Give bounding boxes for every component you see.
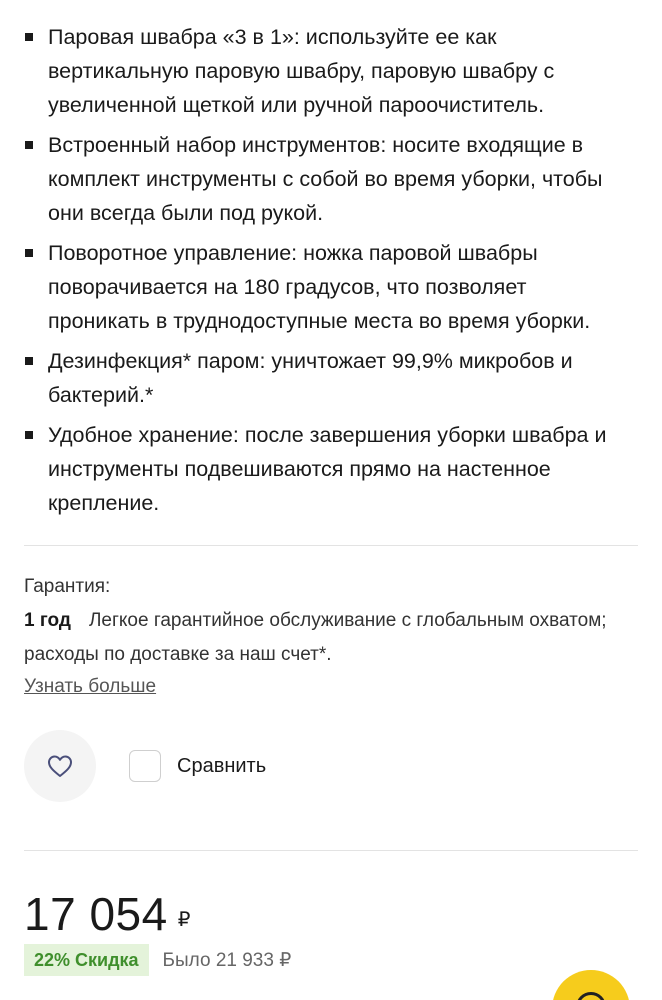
warranty-label: Гарантия: — [24, 576, 111, 597]
feature-item: Встроенный набор инструментов: носите вх… — [24, 128, 638, 230]
compare-label[interactable]: Сравнить — [177, 755, 266, 778]
bullet-icon — [25, 357, 33, 365]
feature-text: Паровая швабра «3 в 1»: используйте ее к… — [48, 25, 555, 117]
favorite-button[interactable] — [24, 730, 96, 802]
feature-text: Дезинфекция* паром: уничтожает 99,9% мик… — [48, 349, 573, 407]
warranty-section: Гарантия: 1 год Легкое гарантийное обслуж… — [24, 574, 638, 702]
warranty-term: 1 год — [24, 610, 71, 631]
feature-item: Дезинфекция* паром: уничтожает 99,9% мик… — [24, 344, 638, 412]
chat-icon — [576, 992, 606, 1000]
bullet-icon — [25, 249, 33, 257]
feature-list: Паровая швабра «3 в 1»: используйте ее к… — [24, 0, 638, 520]
current-price: 17 054 — [24, 888, 168, 940]
feature-item: Паровая швабра «3 в 1»: используйте ее к… — [24, 20, 638, 122]
bullet-icon — [25, 141, 33, 149]
section-divider — [24, 545, 638, 546]
section-divider — [24, 850, 638, 851]
chat-fab-button[interactable] — [552, 970, 630, 1000]
currency-symbol: ₽ — [177, 909, 191, 931]
product-actions: Сравнить — [24, 730, 266, 802]
price-row: 17 054 ₽ — [24, 888, 291, 940]
heart-icon — [48, 755, 72, 777]
discount-badge: 22% Скидка — [24, 944, 149, 976]
old-price: Было 21 933 ₽ — [162, 949, 292, 971]
bullet-icon — [25, 33, 33, 41]
feature-text: Удобное хранение: после завершения уборк… — [48, 423, 607, 515]
product-details: Паровая швабра «3 в 1»: используйте ее к… — [0, 0, 662, 1000]
learn-more-link[interactable]: Узнать больше — [24, 672, 156, 702]
bullet-icon — [25, 431, 33, 439]
warranty-description: Легкое гарантийное обслуживание с глобал… — [24, 610, 607, 665]
discount-row: 22% Скидка Было 21 933 ₽ — [24, 944, 291, 976]
feature-text: Встроенный набор инструментов: носите вх… — [48, 133, 603, 225]
feature-text: Поворотное управление: ножка паровой шва… — [48, 241, 591, 333]
warranty-body: 1 год Легкое гарантийное обслуживание с г… — [24, 604, 638, 672]
feature-item: Поворотное управление: ножка паровой шва… — [24, 236, 638, 338]
feature-item: Удобное хранение: после завершения уборк… — [24, 418, 638, 520]
price-block: 17 054 ₽ 22% Скидка Было 21 933 ₽ — [24, 888, 291, 976]
compare-checkbox[interactable] — [129, 750, 161, 782]
